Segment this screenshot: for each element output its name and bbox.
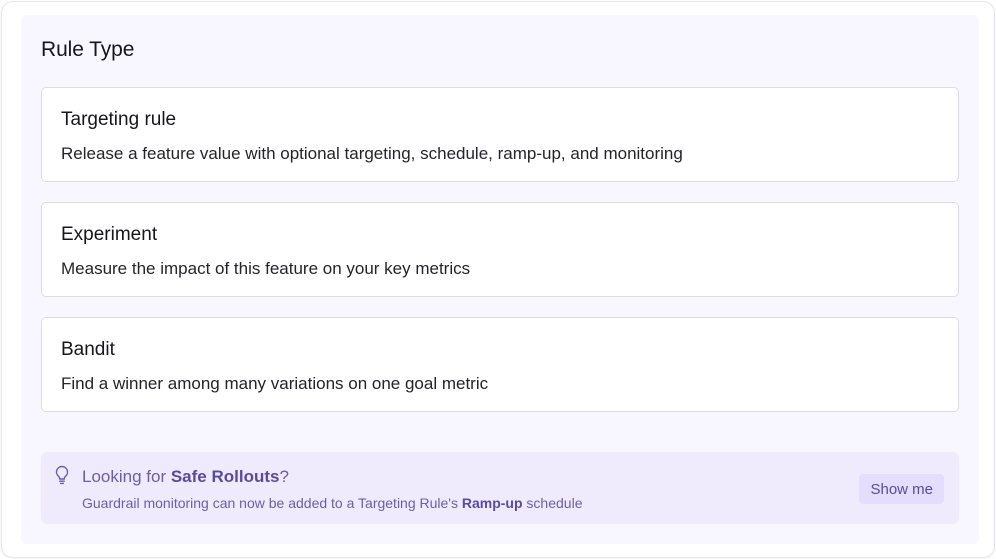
callout-subline: Guardrail monitoring can now be added to… (82, 495, 583, 511)
option-description: Release a feature value with optional ta… (61, 144, 683, 163)
option-description: Measure the impact of this feature on yo… (61, 259, 471, 278)
rule-type-panel: Rule Type Targeting rule Release a featu… (21, 15, 979, 544)
option-targeting-rule[interactable]: Targeting rule Release a feature value w… (41, 87, 959, 182)
lightbulb-icon (54, 465, 70, 485)
callout-headline: Looking for Safe Rollouts? (82, 467, 289, 486)
safe-rollouts-callout: Looking for Safe Rollouts? Guardrail mon… (41, 452, 959, 524)
option-title: Experiment (61, 224, 158, 245)
ramp-up-emphasis: Ramp-up (461, 495, 523, 511)
show-me-button[interactable]: Show me (859, 474, 944, 504)
option-experiment[interactable]: Experiment Measure the impact of this fe… (41, 202, 959, 297)
option-bandit[interactable]: Bandit Find a winner among many variatio… (41, 317, 959, 412)
option-title: Targeting rule (61, 109, 177, 130)
safe-rollouts-emphasis: Safe Rollouts (170, 467, 280, 486)
rule-type-modal: Rule Type Targeting rule Release a featu… (1, 1, 995, 558)
option-title: Bandit (61, 339, 115, 360)
panel-title: Rule Type (41, 38, 135, 61)
option-description: Find a winner among many variations on o… (61, 374, 489, 393)
